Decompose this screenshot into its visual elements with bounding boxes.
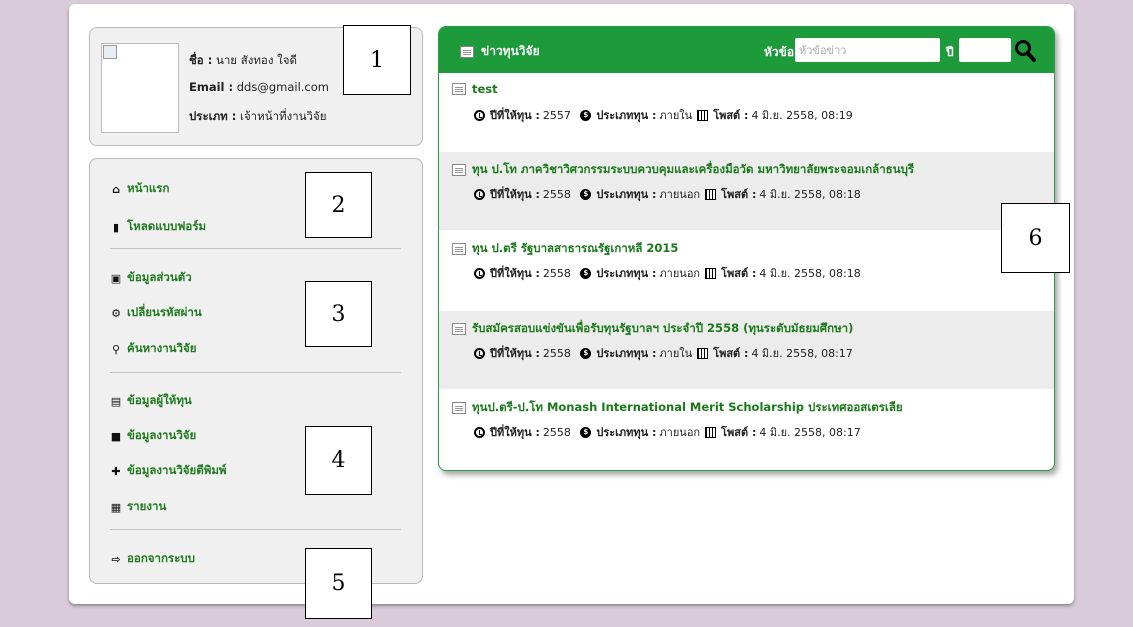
clock-icon bbox=[474, 426, 485, 438]
news-item: รับสมัครสอบแข่งขันเพื่อรับทุนรัฐบาลฯ ประ… bbox=[439, 311, 1054, 389]
sidebar-menu: ⌂ หน้าแรก ▮ โหลดแบบฟอร์ม ▣ ข้อมูลส่วนตัว ⚙ เ… bbox=[89, 158, 423, 584]
book-icon: ■ bbox=[110, 429, 122, 443]
callout-6: 6 bbox=[1001, 203, 1070, 273]
home-icon: ⌂ bbox=[112, 182, 120, 196]
type-label: ประเภท : bbox=[189, 109, 237, 123]
name-label: ชื่อ : bbox=[189, 53, 213, 67]
menu-item-logout[interactable]: ⇨ ออกจากระบบ bbox=[110, 550, 195, 568]
menu-item-download-forms[interactable]: ▮ โหลดแบบฟอร์ม bbox=[110, 218, 206, 236]
news-item-meta: ปีที่ให้ทุน :2558 $ ประเภททุน : ภายนอก โพสต… bbox=[474, 423, 861, 441]
menu-item-published-research[interactable]: ✚ ข้อมูลงานวิจัยตีพิมพ์ bbox=[110, 462, 226, 480]
menu-item-funder-info[interactable]: ▤ ข้อมูลผู้ให้ทุน bbox=[110, 392, 192, 410]
callout-4: 4 bbox=[305, 426, 372, 495]
gears-icon: ⚙ bbox=[111, 306, 121, 320]
report-icon: ▦ bbox=[110, 500, 122, 514]
news-item-title[interactable]: ทุน ป.ตรี รัฐบาลสาธารณรัฐเกาหลี 2015 bbox=[452, 240, 678, 258]
menu-item-home[interactable]: ⌂ หน้าแรก bbox=[110, 180, 169, 198]
newspaper-icon bbox=[452, 402, 466, 414]
email-label: Email : bbox=[189, 80, 234, 94]
research-news-panel: ข่าวทุนวิจัย หัวข้อ ปี test ปีที่ให้ทุน … bbox=[438, 26, 1055, 471]
topic-search-input[interactable] bbox=[795, 38, 940, 62]
callout-5: 5 bbox=[305, 548, 372, 619]
newspaper-icon bbox=[452, 243, 466, 255]
logout-icon: ⇨ bbox=[111, 552, 121, 566]
news-item-title[interactable]: รับสมัครสอบแข่งขันเพื่อรับทุนรัฐบาลฯ ประ… bbox=[452, 320, 853, 338]
news-item: ทุนป.ตรี-ป.โท Monash International Merit… bbox=[439, 390, 1054, 468]
clock-icon bbox=[474, 267, 485, 279]
avatar bbox=[101, 43, 179, 133]
topic-label: หัวข้อ bbox=[764, 45, 795, 59]
menu-item-search-research[interactable]: ⚲ ค้นหางานวิจัย bbox=[110, 340, 197, 358]
plus-circle-icon: ✚ bbox=[111, 464, 121, 478]
year-label: ปี bbox=[946, 45, 954, 59]
calendar-icon bbox=[705, 426, 717, 438]
folder-open-icon: ▮ bbox=[112, 220, 120, 234]
news-item: ทุน ป.ตรี รัฐบาลสาธารณรัฐเกาหลี 2015 ปีท… bbox=[439, 231, 1054, 309]
clock-icon bbox=[474, 347, 485, 359]
news-item-meta: ปีที่ให้ทุน :2558 $ ประเภททุน : ภายนอก โพสต… bbox=[474, 185, 861, 203]
news-item: test ปีที่ให้ทุน :2557 $ ประเภททุน : ภายใน… bbox=[439, 73, 1054, 151]
menu-divider bbox=[110, 372, 401, 373]
profile-type: ประเภท : เจ้าหน้าที่งานวิจัย bbox=[189, 108, 327, 126]
newspaper-icon bbox=[460, 45, 474, 58]
search-icon: ⚲ bbox=[111, 342, 121, 356]
news-item-title[interactable]: ทุนป.ตรี-ป.โท Monash International Merit… bbox=[452, 399, 903, 417]
id-card-icon: ▣ bbox=[110, 271, 122, 285]
menu-item-personal-info[interactable]: ▣ ข้อมูลส่วนตัว bbox=[110, 269, 192, 287]
profile-name: ชื่อ : นาย สังทอง ใจดี bbox=[189, 52, 297, 70]
dollar-icon: $ bbox=[580, 267, 592, 279]
menu-divider bbox=[110, 529, 401, 530]
email-value: dds@gmail.com bbox=[236, 80, 329, 94]
callout-2: 2 bbox=[305, 172, 372, 238]
news-item-title[interactable]: test bbox=[452, 82, 498, 96]
news-item-title[interactable]: ทุน ป.โท ภาควิชาวิศวกรรมระบบควบคุมและเคร… bbox=[452, 161, 914, 179]
news-item-meta: ปีที่ให้ทุน :2557 $ ประเภททุน : ภายใน โพสต์… bbox=[474, 106, 853, 124]
clock-icon bbox=[474, 109, 485, 121]
profile-email: Email : dds@gmail.com bbox=[189, 80, 329, 94]
broken-image-icon bbox=[103, 45, 117, 59]
menu-item-change-password[interactable]: ⚙ เปลี่ยนรหัสผ่าน bbox=[110, 304, 202, 322]
news-item: ทุน ป.โท ภาควิชาวิศวกรรมระบบควบคุมและเคร… bbox=[439, 152, 1054, 230]
callout-3: 3 bbox=[305, 281, 372, 347]
news-header-title: ข่าวทุนวิจัย bbox=[460, 42, 540, 61]
clock-icon bbox=[474, 188, 485, 200]
newspaper-icon bbox=[452, 323, 466, 335]
menu-divider bbox=[110, 248, 401, 249]
year-input[interactable] bbox=[959, 38, 1011, 62]
menu-item-research-info[interactable]: ■ ข้อมูลงานวิจัย bbox=[110, 427, 196, 445]
name-value: นาย สังทอง ใจดี bbox=[215, 53, 297, 67]
menu-item-report[interactable]: ▦ รายงาน bbox=[110, 498, 167, 516]
calendar-icon bbox=[697, 347, 709, 359]
dollar-icon: $ bbox=[580, 109, 592, 121]
dollar-icon: $ bbox=[580, 426, 592, 438]
search-icon[interactable] bbox=[1013, 37, 1037, 63]
calendar-icon bbox=[697, 109, 709, 121]
calendar-icon bbox=[705, 267, 717, 279]
newspaper-icon bbox=[452, 164, 466, 176]
news-item-meta: ปีที่ให้ทุน :2558 $ ประเภททุน : ภายนอก โพสต… bbox=[474, 264, 861, 282]
money-icon: ▤ bbox=[110, 394, 122, 408]
type-value: เจ้าหน้าที่งานวิจัย bbox=[240, 109, 327, 123]
newspaper-icon bbox=[452, 83, 466, 95]
news-header: ข่าวทุนวิจัย หัวข้อ ปี bbox=[439, 27, 1054, 73]
dollar-icon: $ bbox=[580, 347, 592, 359]
calendar-icon bbox=[705, 188, 717, 200]
news-item-meta: ปีที่ให้ทุน :2558 $ ประเภททุน : ภายใน โพสต์… bbox=[474, 344, 853, 362]
dollar-icon: $ bbox=[580, 188, 592, 200]
callout-1: 1 bbox=[343, 25, 411, 95]
